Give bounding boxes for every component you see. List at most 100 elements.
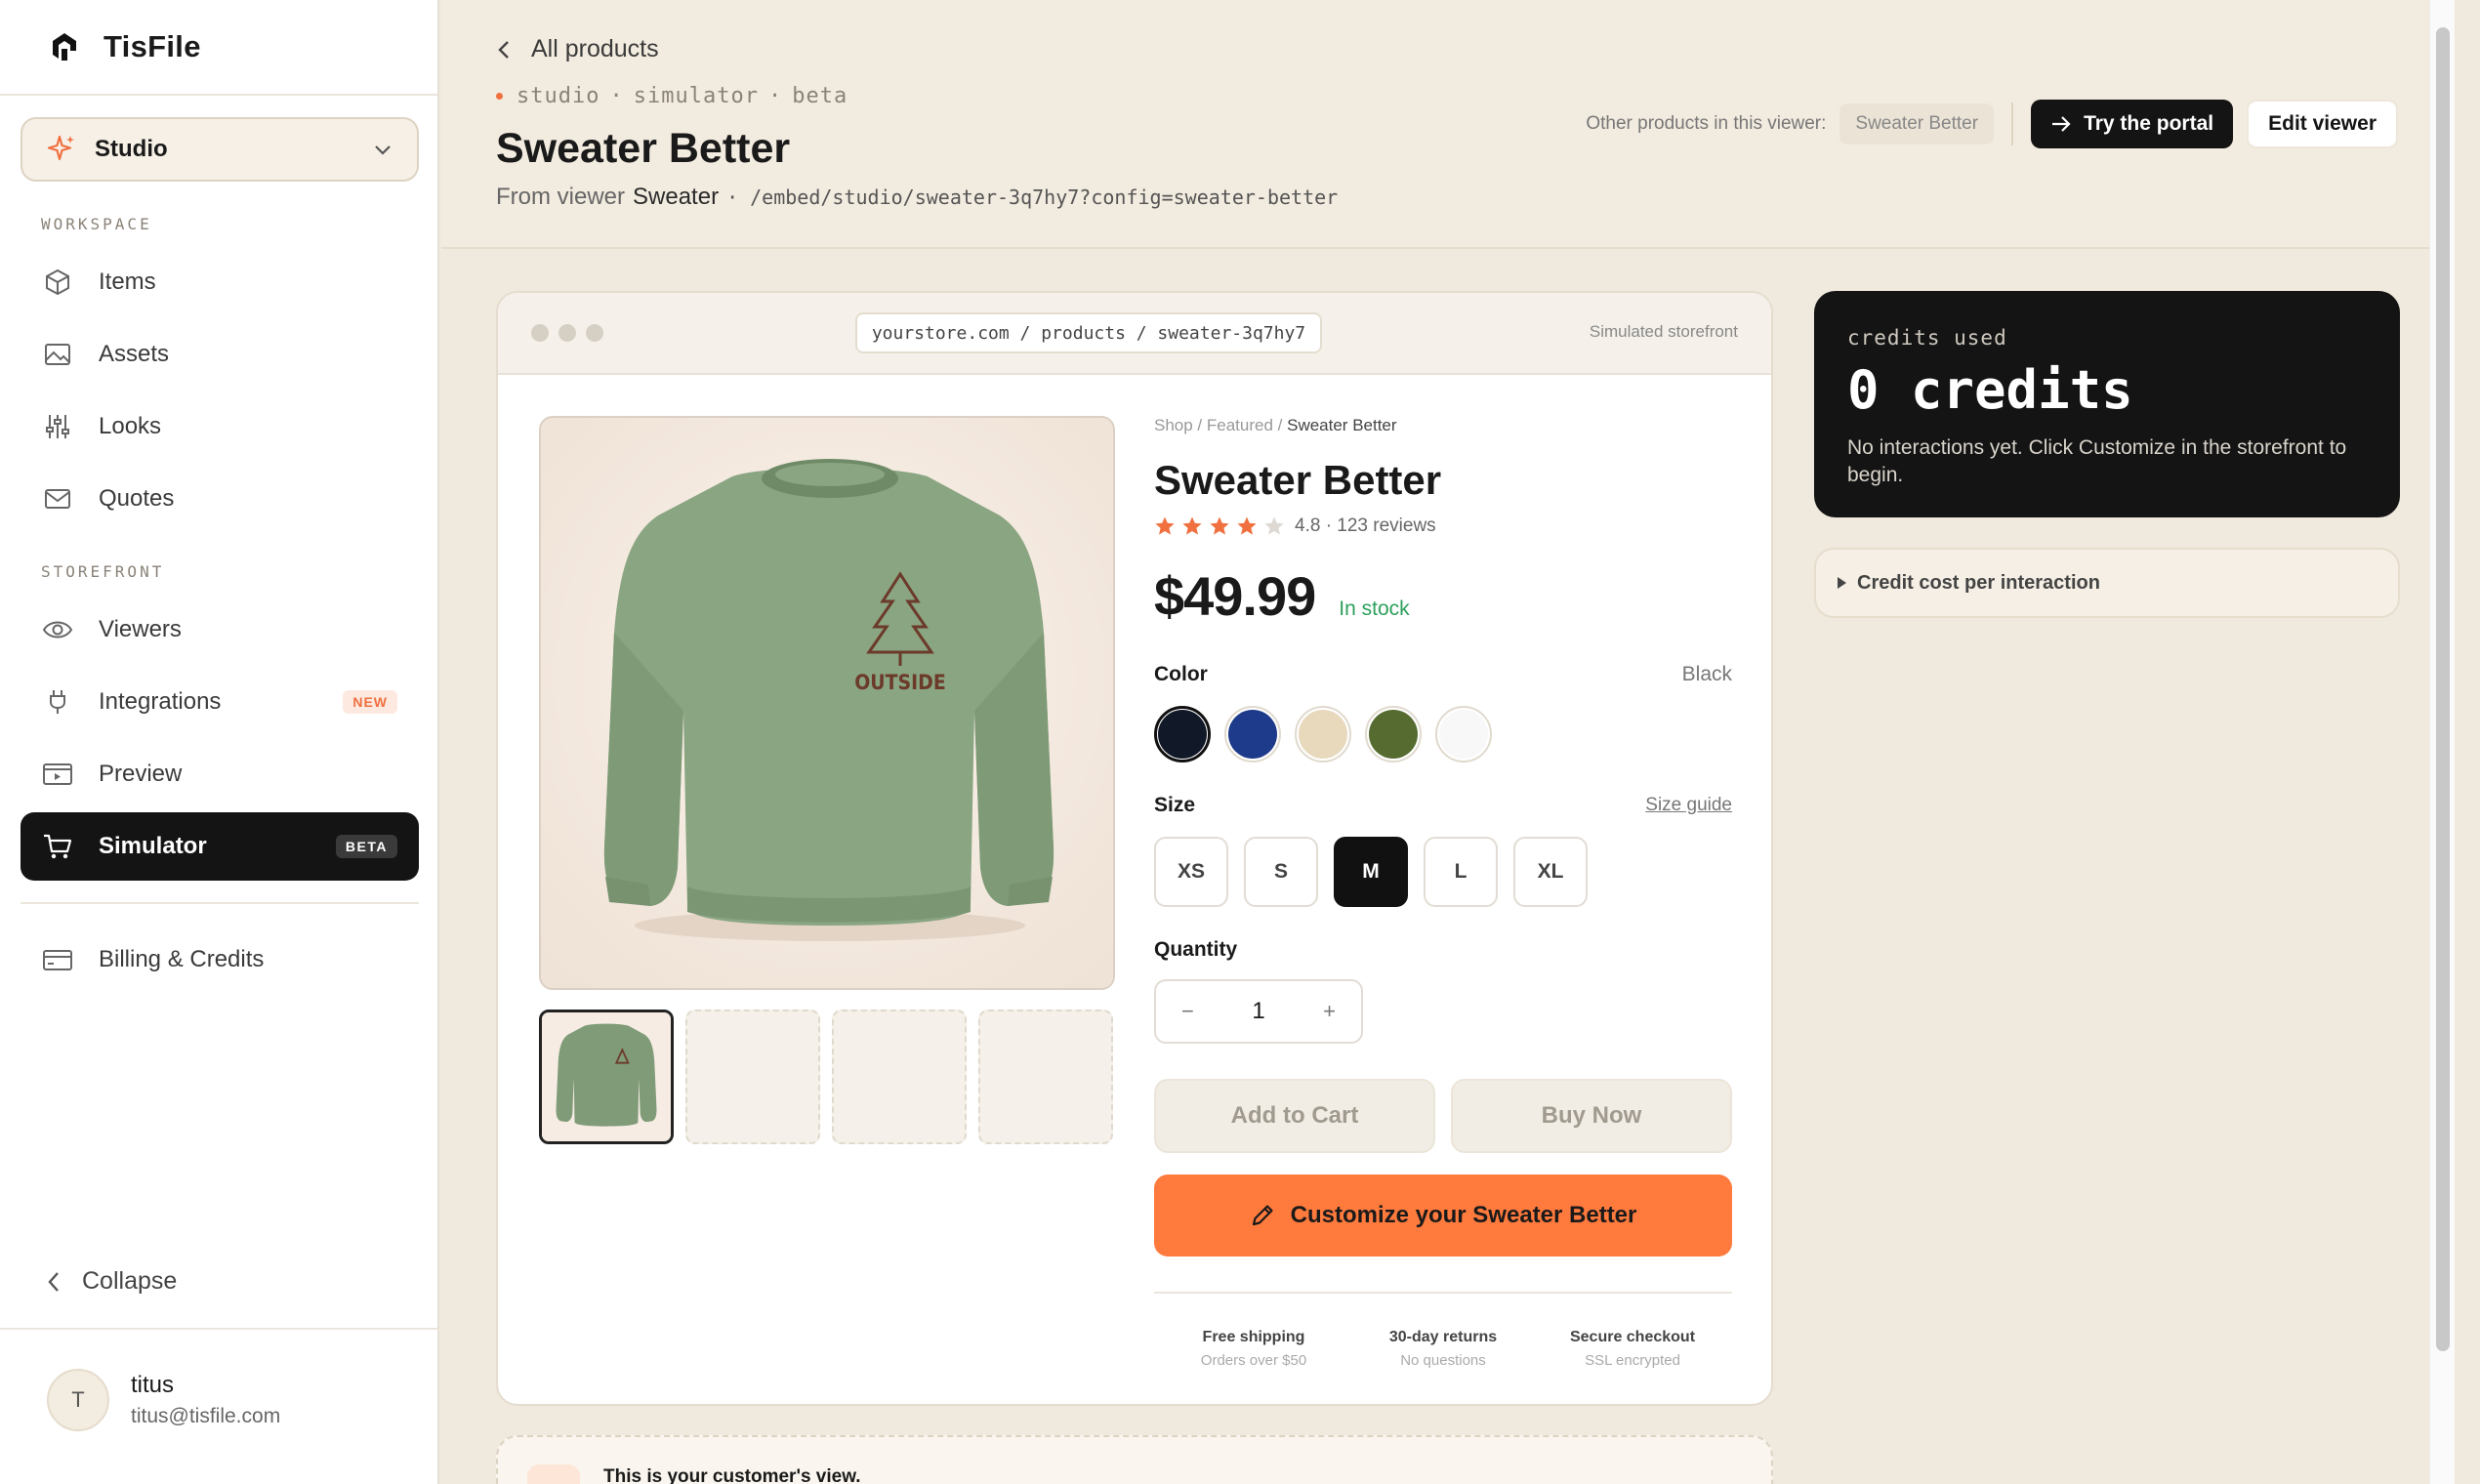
sparkle-icon: [47, 135, 74, 161]
sidebar-item-label: Billing & Credits: [99, 946, 265, 972]
sidebar-item-viewers[interactable]: Viewers: [21, 596, 419, 664]
decrement-button[interactable]: −: [1181, 999, 1194, 1024]
page-header: All products studio · simulator · beta S…: [441, 0, 2455, 249]
size-option-m[interactable]: M: [1334, 837, 1408, 907]
sweater-image: OUTSIDE: [541, 418, 1113, 988]
image-icon: [42, 339, 73, 370]
quantity-label: Quantity: [1154, 938, 1238, 961]
collapse-label: Collapse: [82, 1267, 178, 1295]
quantity-value[interactable]: 1: [1252, 998, 1264, 1025]
quantity-stepper: − 1 +: [1154, 979, 1363, 1044]
buy-now-button[interactable]: Buy Now: [1451, 1079, 1732, 1153]
user-profile[interactable]: T titus titus@tisfile.com: [47, 1369, 280, 1431]
customer-view-text: This is your customer's view.: [603, 1466, 861, 1484]
product-breadcrumb: Shop / Featured / Sweater Better: [1154, 416, 1732, 435]
try-portal-button[interactable]: Try the portal: [2031, 100, 2234, 148]
back-link[interactable]: All products: [496, 35, 659, 63]
feature-title: Secure checkout: [1569, 1329, 1696, 1345]
avatar: T: [47, 1369, 109, 1431]
edit-viewer-button[interactable]: Edit viewer: [2247, 100, 2398, 148]
pencil-icon: [1252, 1205, 1273, 1226]
play-window-icon: [42, 759, 73, 790]
sidebar-item-simulator[interactable]: Simulator BETA: [21, 812, 419, 881]
sidebar-item-preview[interactable]: Preview: [21, 740, 419, 808]
sidebar-item-quotes[interactable]: Quotes: [21, 465, 419, 533]
tag-separator: ·: [767, 84, 783, 108]
color-swatch[interactable]: [1435, 706, 1492, 763]
url-bar: yourstore.com / products / sweater-3q7hy…: [855, 312, 1322, 353]
sidebar-item-label: Preview: [99, 761, 183, 787]
size-option-xl[interactable]: XL: [1513, 837, 1588, 907]
tag: simulator: [633, 84, 759, 108]
breadcrumb-path[interactable]: Shop / Featured /: [1154, 416, 1282, 434]
simulated-label: Simulated storefront: [1589, 322, 1738, 341]
sidebar-item-looks[interactable]: Looks: [21, 392, 419, 461]
beta-badge: BETA: [335, 835, 397, 858]
scrollbar[interactable]: [2429, 0, 2455, 1484]
sidebar-item-integrations[interactable]: Integrations NEW: [21, 668, 419, 736]
color-swatch[interactable]: [1295, 706, 1351, 763]
chest-print-text: OUTSIDE: [854, 671, 946, 694]
thumbnail-placeholder[interactable]: [832, 1010, 967, 1144]
star-icon: [1237, 516, 1257, 535]
size-option-l[interactable]: L: [1424, 837, 1498, 907]
stock-status: In stock: [1339, 598, 1410, 620]
sliders-icon: [42, 411, 73, 442]
color-value: Black: [1681, 663, 1732, 685]
credit-cost-label: Credit cost per interaction: [1857, 571, 2100, 594]
eye-icon: [42, 614, 73, 645]
star-icon: [1155, 516, 1175, 535]
size-guide-link[interactable]: Size guide: [1645, 795, 1732, 816]
plug-icon: [42, 686, 73, 718]
product-title: Sweater Better: [1154, 457, 1442, 503]
other-product-chip[interactable]: Sweater Better: [1839, 103, 1995, 144]
increment-button[interactable]: +: [1323, 999, 1336, 1024]
sidebar-item-billing[interactable]: Billing & Credits: [21, 926, 419, 994]
mail-icon: [42, 483, 73, 515]
page-subtitle: From viewer Sweater · /embed/studio/swea…: [496, 184, 1338, 211]
add-to-cart-button[interactable]: Add to Cart: [1154, 1079, 1435, 1153]
collapse-button[interactable]: Collapse: [45, 1267, 177, 1296]
credits-panel: credits used 0 credits No interactions y…: [1814, 291, 2400, 517]
thumbnail-strip: [539, 1010, 1113, 1144]
status-dot: [496, 93, 503, 100]
sidebar-item-assets[interactable]: Assets: [21, 320, 419, 389]
header-actions: Other products in this viewer: Sweater B…: [1586, 100, 2398, 148]
sidebar-item-label: Quotes: [99, 485, 175, 512]
back-label: All products: [531, 35, 659, 62]
scrollbar-thumb[interactable]: [2436, 27, 2450, 1351]
divider: [0, 1328, 437, 1330]
user-name: titus: [131, 1372, 175, 1398]
sidebar-item-label: Assets: [99, 341, 170, 367]
credit-cost-toggle[interactable]: Credit cost per interaction: [1814, 548, 2400, 618]
product-price: $49.99: [1154, 565, 1316, 627]
tag-separator: ·: [609, 84, 624, 108]
color-swatch[interactable]: [1365, 706, 1422, 763]
color-swatch[interactable]: [1224, 706, 1281, 763]
feature-item: Secure checkout SSL encrypted: [1545, 1329, 1720, 1369]
product-details: Shop / Featured / Sweater Better Sweater…: [1154, 416, 1732, 1369]
customize-button[interactable]: Customize your Sweater Better: [1154, 1175, 1732, 1257]
app-logo[interactable]: TisFile: [47, 27, 201, 66]
studio-select[interactable]: Studio: [21, 117, 419, 182]
size-option-s[interactable]: S: [1244, 837, 1318, 907]
feature-list: Free shipping Orders over $50 30-day ret…: [1154, 1329, 1732, 1369]
purchase-buttons: Add to Cart Buy Now: [1154, 1079, 1732, 1153]
thumbnail-placeholder[interactable]: [685, 1010, 820, 1144]
size-label: Size: [1154, 794, 1196, 816]
customer-view-note: This is your customer's view.: [496, 1435, 1773, 1484]
thumbnail[interactable]: [539, 1010, 674, 1144]
size-option-xs[interactable]: XS: [1154, 837, 1228, 907]
chevron-left-icon: [498, 40, 509, 59]
feature-title: 30-day returns: [1388, 1329, 1498, 1345]
color-label: Color: [1154, 663, 1208, 685]
color-swatch[interactable]: [1154, 706, 1211, 763]
customize-label: Customize your Sweater Better: [1290, 1202, 1637, 1228]
chevron-down-icon: [375, 145, 391, 155]
logo-icon: [53, 33, 76, 61]
from-viewer-prefix: From viewer: [496, 184, 626, 210]
sidebar-item-items[interactable]: Items: [21, 248, 419, 316]
browser-bar: yourstore.com / products / sweater-3q7hy…: [498, 293, 1771, 375]
viewer-link[interactable]: Sweater: [633, 184, 719, 211]
thumbnail-placeholder[interactable]: [978, 1010, 1113, 1144]
